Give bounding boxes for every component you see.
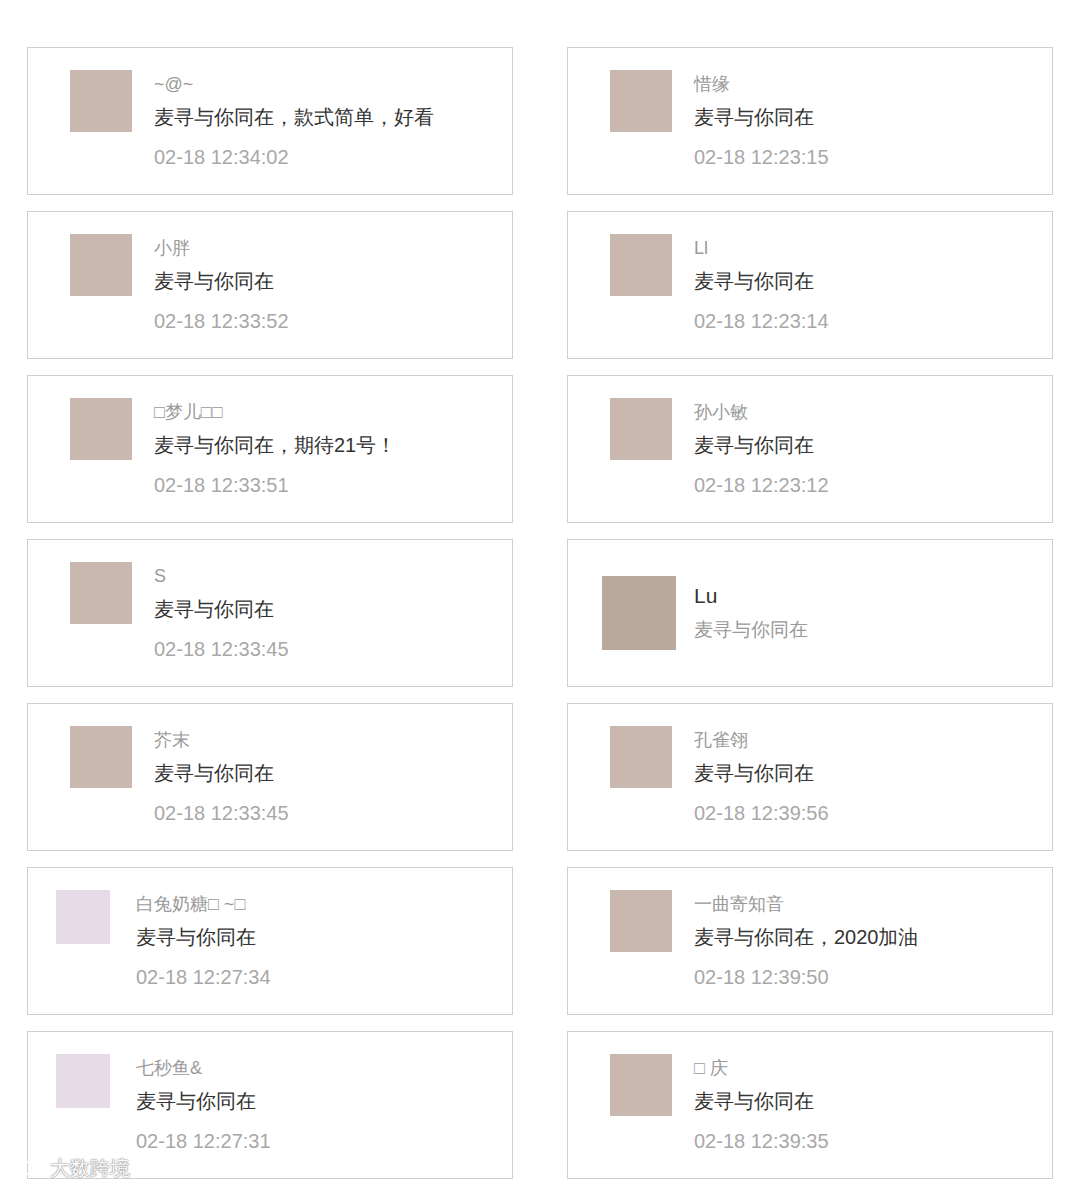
avatar-image	[610, 70, 672, 132]
comment-card: 孔雀翎麦寻与你同在 02-18 12:39:56	[567, 703, 1053, 851]
comment-card: Ll 麦寻与你同在 02-18 12:23:14	[567, 211, 1053, 359]
comment-text: 麦寻与你同在	[154, 266, 289, 296]
user-name: □梦儿□□	[154, 398, 396, 426]
comment-text: 麦寻与你同在	[694, 430, 829, 460]
user-name: 一曲寄知音	[694, 890, 919, 918]
avatar-image	[70, 234, 132, 296]
comment-column: ~@~ 麦寻与你同在，款式简单，好看 02-18 12:34:02 小胖麦寻与你同在 0…	[27, 47, 513, 1179]
comment-card: □梦儿□□ 麦寻与你同在，期待21号！ 02-18 12:33:51	[27, 375, 513, 523]
comment-text: 麦寻与你同在	[154, 758, 289, 788]
comment-body: □ 庆麦寻与你同在 02-18 12:39:35	[694, 1054, 829, 1178]
comment-text: 麦寻与你同在，款式简单，好看	[154, 102, 434, 132]
comment-column: 惜缘麦寻与你同在 02-18 12:23:15 Ll 麦寻与你同在 02-18 12:2…	[567, 47, 1053, 1179]
comment-body: S 麦寻与你同在 02-18 12:33:45	[154, 562, 289, 686]
comment-text: 麦寻与你同在	[136, 922, 271, 952]
comment-card: 孙小敏麦寻与你同在 02-18 12:23:12	[567, 375, 1053, 523]
comment-text: 麦寻与你同在	[694, 266, 829, 296]
avatar-image	[70, 726, 132, 788]
user-name: 小胖	[154, 234, 289, 262]
comment-time: 02-18 12:34:02	[154, 142, 434, 172]
comment-card: 白兔奶糖□ ~□ 麦寻与你同在 02-18 12:27:34	[27, 867, 513, 1015]
watermark-text: 大数跨境	[50, 1156, 130, 1180]
comment-card: □ 庆麦寻与你同在 02-18 12:39:35	[567, 1031, 1053, 1179]
comment-text: 麦寻与你同在	[694, 1086, 829, 1116]
avatar-image	[610, 234, 672, 296]
user-name: 惜缘	[694, 70, 829, 98]
user-name: 七秒鱼&	[136, 1054, 271, 1082]
avatar-image	[70, 70, 132, 132]
watermark: 大数跨境	[8, 1156, 130, 1180]
comment-card: 一曲寄知音麦寻与你同在，2020加油 02-18 12:39:50	[567, 867, 1053, 1015]
comment-body: Ll 麦寻与你同在 02-18 12:23:14	[694, 234, 829, 358]
comment-text: 麦寻与你同在，期待21号！	[154, 430, 396, 460]
comment-time: 02-18 12:33:51	[154, 470, 396, 500]
comment-body: 白兔奶糖□ ~□ 麦寻与你同在 02-18 12:27:34	[136, 890, 271, 1014]
comment-time: 02-18 12:27:34	[136, 962, 271, 992]
comment-card: 小胖麦寻与你同在 02-18 12:33:52	[27, 211, 513, 359]
avatar-image	[610, 890, 672, 952]
user-name: □ 庆	[694, 1054, 829, 1082]
logo-icon	[8, 1157, 46, 1179]
comment-card: S 麦寻与你同在 02-18 12:33:45	[27, 539, 513, 687]
comment-time: 02-18 12:33:45	[154, 634, 289, 664]
comment-time: 02-18 12:23:15	[694, 142, 829, 172]
comment-body: 小胖麦寻与你同在 02-18 12:33:52	[154, 234, 289, 358]
comment-body: □梦儿□□ 麦寻与你同在，期待21号！ 02-18 12:33:51	[154, 398, 396, 522]
comment-time: 02-18 12:39:56	[694, 798, 829, 828]
comment-body: 七秒鱼&麦寻与你同在 02-18 12:27:31	[136, 1054, 271, 1178]
comment-text: 麦寻与你同在	[694, 615, 808, 645]
comment-card: Lu 麦寻与你同在	[567, 539, 1053, 687]
comment-card: 芥末麦寻与你同在 02-18 12:33:45	[27, 703, 513, 851]
user-name: Ll	[694, 234, 829, 262]
comment-time: 02-18 12:33:52	[154, 306, 289, 336]
comment-body: ~@~ 麦寻与你同在，款式简单，好看 02-18 12:34:02	[154, 70, 434, 194]
user-name: 白兔奶糖□ ~□	[136, 890, 271, 918]
comment-text: 麦寻与你同在	[154, 594, 289, 624]
avatar-image	[610, 398, 672, 460]
comment-time: 02-18 12:39:35	[694, 1126, 829, 1156]
avatar-image	[602, 576, 676, 650]
user-name: Lu	[694, 581, 808, 611]
comment-body: 芥末麦寻与你同在 02-18 12:33:45	[154, 726, 289, 850]
avatar-image	[56, 1054, 110, 1108]
comment-time: 02-18 12:27:31	[136, 1126, 271, 1156]
comment-time: 02-18 12:33:45	[154, 798, 289, 828]
comment-text: 麦寻与你同在	[694, 758, 829, 788]
comment-time: 02-18 12:23:14	[694, 306, 829, 336]
avatar-image	[70, 562, 132, 624]
user-name: 孔雀翎	[694, 726, 829, 754]
user-name: ~@~	[154, 70, 434, 98]
comment-body: 一曲寄知音麦寻与你同在，2020加油 02-18 12:39:50	[694, 890, 919, 1014]
avatar-image	[56, 890, 110, 944]
comment-card: 七秒鱼&麦寻与你同在 02-18 12:27:31	[27, 1031, 513, 1179]
avatar-image	[610, 726, 672, 788]
comment-time: 02-18 12:23:12	[694, 470, 829, 500]
comment-text: 麦寻与你同在	[694, 102, 829, 132]
user-name: 芥末	[154, 726, 289, 754]
comment-body: 惜缘麦寻与你同在 02-18 12:23:15	[694, 70, 829, 194]
comment-text: 麦寻与你同在	[136, 1086, 271, 1116]
avatar-image	[70, 398, 132, 460]
avatar-image	[610, 1054, 672, 1116]
comment-text: 麦寻与你同在，2020加油	[694, 922, 919, 952]
comment-body: Lu 麦寻与你同在	[694, 581, 808, 645]
comment-card: ~@~ 麦寻与你同在，款式简单，好看 02-18 12:34:02	[27, 47, 513, 195]
comment-card: 惜缘麦寻与你同在 02-18 12:23:15	[567, 47, 1053, 195]
user-name: S	[154, 562, 289, 590]
user-name: 孙小敏	[694, 398, 829, 426]
comment-body: 孙小敏麦寻与你同在 02-18 12:23:12	[694, 398, 829, 522]
comment-body: 孔雀翎麦寻与你同在 02-18 12:39:56	[694, 726, 829, 850]
comment-time: 02-18 12:39:50	[694, 962, 919, 992]
